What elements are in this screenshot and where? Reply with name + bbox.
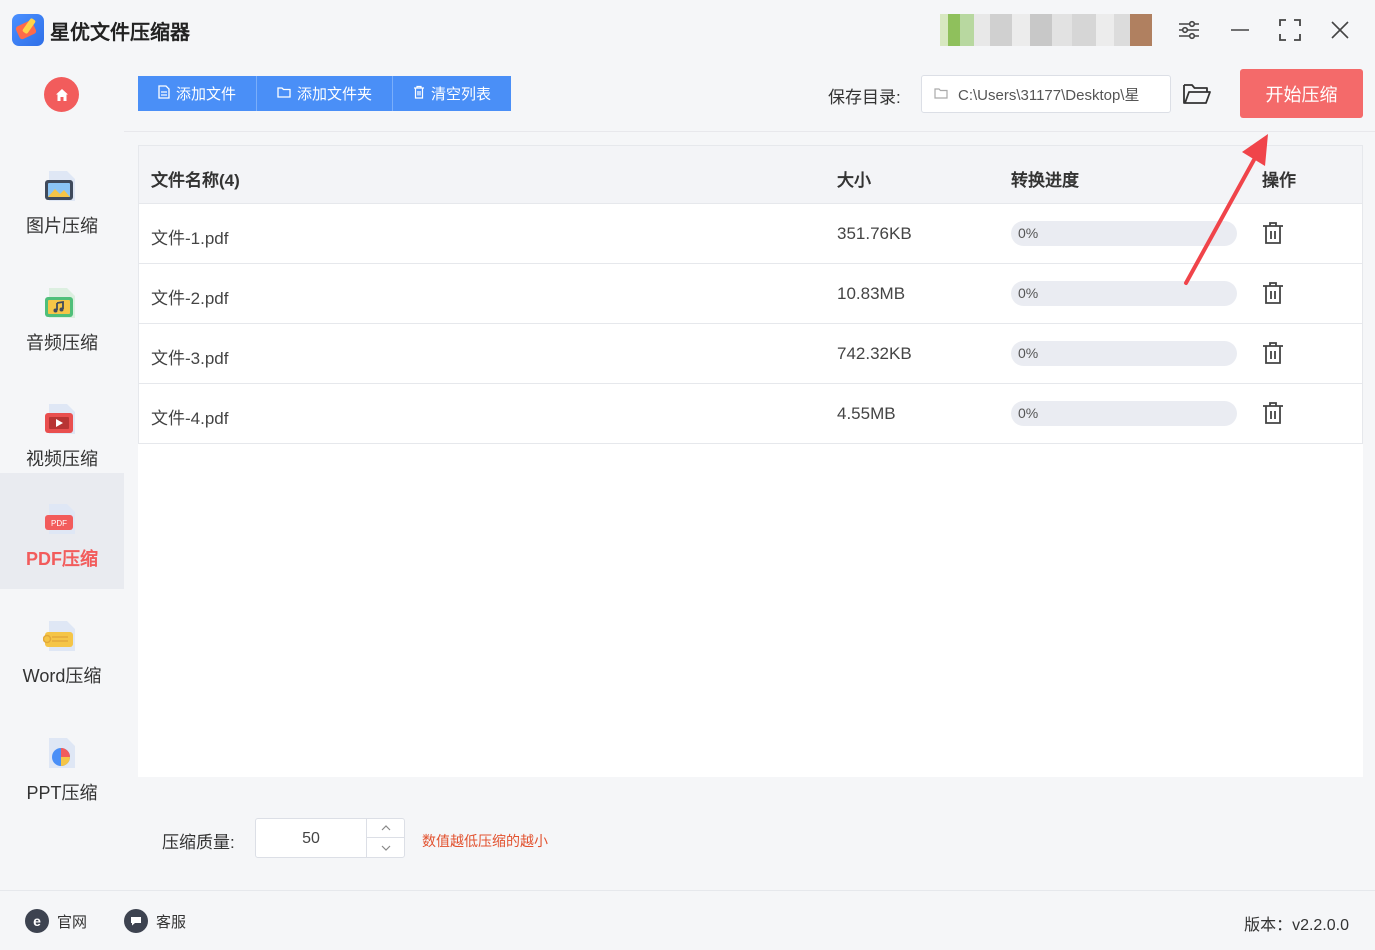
sliders-icon[interactable]: [1174, 15, 1204, 45]
file-name: 文件-3.pdf: [151, 349, 229, 368]
save-directory-label: 保存目录:: [828, 88, 901, 107]
sidebar-item-label: Word压缩: [22, 666, 102, 686]
home-icon: [55, 88, 68, 101]
increment-button[interactable]: [366, 819, 405, 838]
maximize-icon[interactable]: [1275, 15, 1305, 45]
video-icon: [45, 404, 75, 434]
support-label: 客服: [156, 913, 187, 931]
file-size: 4.55MB: [837, 404, 896, 423]
start-compress-button[interactable]: 开始压缩: [1240, 69, 1363, 118]
file-icon: [158, 85, 170, 102]
folder-icon: [934, 87, 948, 102]
progress-bar: 0%: [1011, 281, 1237, 306]
status-bar: e 官网 客服 版本：v2.2.0.0: [0, 890, 1375, 950]
file-name: 文件-2.pdf: [151, 289, 229, 308]
sidebar-item-pdf[interactable]: PDF PDF压缩: [0, 473, 124, 589]
quality-stepper[interactable]: 50: [255, 818, 405, 858]
delete-icon[interactable]: [1262, 221, 1284, 245]
file-size: 351.76KB: [837, 224, 912, 243]
word-icon: [43, 621, 75, 651]
trash-icon: [413, 85, 425, 102]
sidebar-item-word[interactable]: Word压缩: [0, 590, 124, 706]
clear-list-label: 清空列表: [431, 86, 492, 103]
sidebar-item-label: PDF压缩: [26, 549, 98, 569]
clear-list-button[interactable]: 清空列表: [393, 76, 512, 111]
delete-icon[interactable]: [1262, 341, 1284, 365]
progress-text: 0%: [1018, 225, 1039, 241]
progress-bar: 0%: [1011, 221, 1237, 246]
toolbar: 添加文件 添加文件夹 清空列表 保存目录: C:\Users\31177\Des…: [124, 60, 1375, 132]
browse-folder-button[interactable]: [1182, 80, 1212, 108]
svg-text:PDF: PDF: [51, 519, 67, 528]
sidebar-item-audio[interactable]: 音频压缩: [0, 257, 124, 373]
header-action: 操作: [1262, 171, 1296, 190]
file-size: 742.32KB: [837, 344, 912, 363]
table-row: 文件-3.pdf 742.32KB 0%: [138, 324, 1363, 384]
chevron-up-icon: [381, 825, 391, 831]
progress-text: 0%: [1018, 405, 1039, 421]
save-path-value: C:\Users\31177\Desktop\星: [958, 86, 1140, 104]
quality-label: 压缩质量:: [162, 833, 235, 852]
progress-bar: 0%: [1011, 401, 1237, 426]
file-size: 10.83MB: [837, 284, 906, 303]
add-file-button[interactable]: 添加文件: [138, 76, 258, 111]
sidebar-item-video[interactable]: 视频压缩: [0, 373, 124, 489]
music-icon: [45, 288, 75, 318]
title-bar: 星优文件压缩器: [0, 0, 1375, 60]
delete-icon[interactable]: [1262, 281, 1284, 305]
image-icon: [45, 171, 75, 201]
chevron-down-icon: [381, 845, 391, 851]
user-avatar[interactable]: [940, 14, 1152, 46]
sidebar: 图片压缩 音频压缩 视频压缩 PDF PDF压缩 Word压缩 PPT压缩: [0, 60, 124, 890]
app-title: 星优文件压缩器: [50, 22, 190, 44]
ppt-icon: [49, 738, 75, 768]
compression-settings: 压缩质量: 50 数值越低压缩的越小: [124, 790, 1375, 890]
browser-icon: e: [25, 909, 49, 933]
chat-icon: [124, 909, 148, 933]
quality-hint: 数值越低压缩的越小: [422, 833, 548, 849]
progress-text: 0%: [1018, 285, 1039, 301]
table-row: 文件-2.pdf 10.83MB 0%: [138, 264, 1363, 324]
sidebar-item-label: 视频压缩: [26, 449, 98, 469]
add-folder-label: 添加文件夹: [297, 86, 373, 103]
website-label: 官网: [57, 913, 88, 931]
file-name: 文件-4.pdf: [151, 409, 229, 428]
app-logo-icon: [12, 14, 44, 46]
quality-value[interactable]: 50: [256, 830, 366, 848]
header-name: 文件名称(4): [151, 171, 240, 190]
file-table: 文件名称(4) 大小 转换进度 操作 文件-1.pdf 351.76KB 0% …: [138, 145, 1363, 777]
header-size: 大小: [837, 171, 871, 190]
minimize-icon[interactable]: [1225, 15, 1255, 45]
table-row: 文件-4.pdf 4.55MB 0%: [138, 384, 1363, 444]
pdf-icon: PDF: [45, 504, 75, 534]
sidebar-item-label: 音频压缩: [26, 333, 98, 353]
table-header: 文件名称(4) 大小 转换进度 操作: [138, 145, 1363, 204]
table-row: 文件-1.pdf 351.76KB 0%: [138, 204, 1363, 264]
folder-icon: [277, 86, 291, 101]
version-text: 版本：v2.2.0.0: [1244, 917, 1349, 934]
file-button-group: 添加文件 添加文件夹 清空列表: [138, 76, 512, 111]
sidebar-item-label: PPT压缩: [26, 783, 98, 803]
add-folder-button[interactable]: 添加文件夹: [257, 76, 394, 111]
support-link[interactable]: 客服: [124, 909, 186, 933]
save-path-input[interactable]: C:\Users\31177\Desktop\星: [921, 75, 1171, 113]
file-name: 文件-1.pdf: [151, 229, 229, 248]
sidebar-item-label: 图片压缩: [26, 216, 98, 236]
delete-icon[interactable]: [1262, 401, 1284, 425]
decrement-button[interactable]: [366, 838, 405, 857]
sidebar-item-ppt[interactable]: PPT压缩: [0, 707, 124, 823]
progress-text: 0%: [1018, 345, 1039, 361]
website-link[interactable]: e 官网: [25, 909, 87, 933]
header-progress: 转换进度: [1011, 171, 1079, 190]
open-folder-icon: [1183, 84, 1211, 104]
sidebar-item-image[interactable]: 图片压缩: [0, 140, 124, 256]
home-button[interactable]: [44, 77, 79, 112]
progress-bar: 0%: [1011, 341, 1237, 366]
close-icon[interactable]: [1325, 15, 1355, 45]
add-file-label: 添加文件: [176, 86, 237, 103]
